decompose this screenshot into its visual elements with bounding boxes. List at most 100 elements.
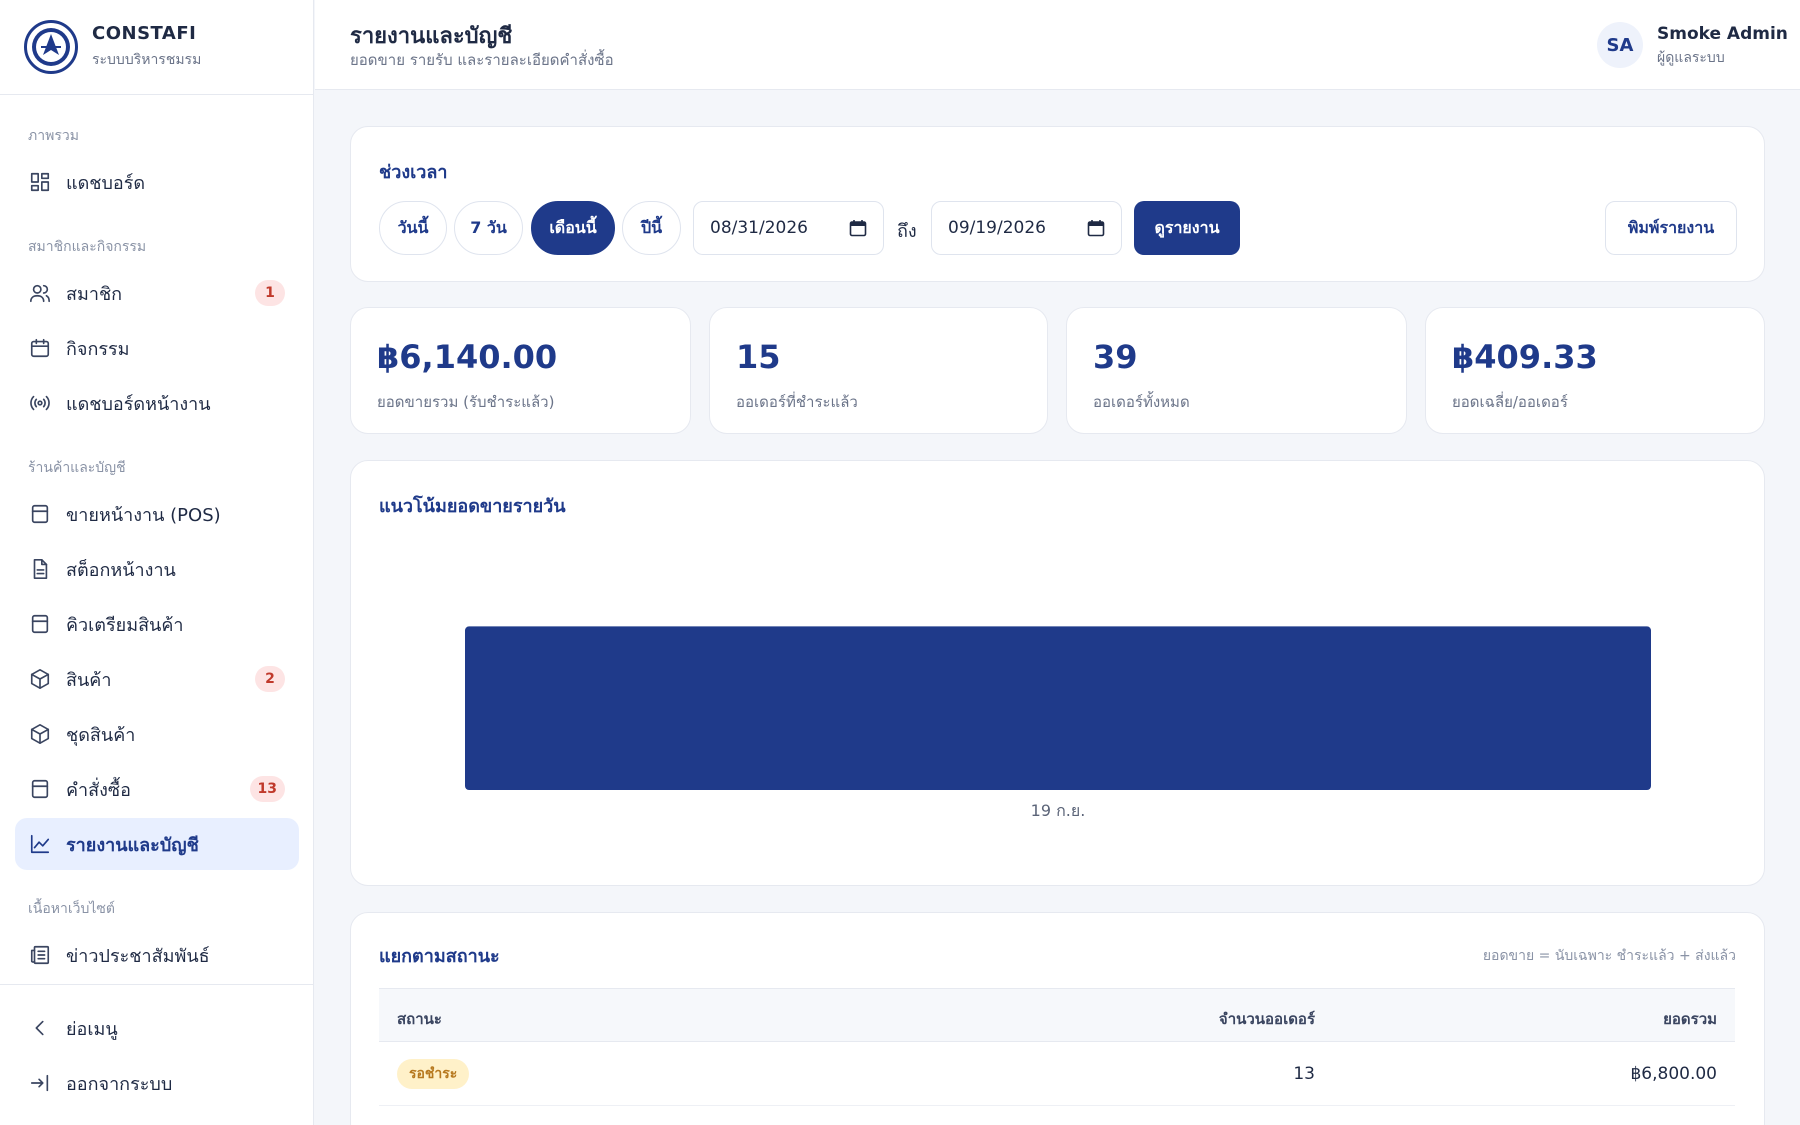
table-row: รอชำระ 13 ฿6,800.00 [379, 1042, 1735, 1106]
products-count-badge: 2 [255, 666, 285, 692]
broadcast-icon [28, 391, 52, 415]
page-subtitle: ยอดขาย รายรับ และรายละเอียดคำสั่งซื้อ [350, 51, 614, 69]
sidebar-item-label: สต็อกหน้างาน [66, 559, 176, 581]
header-total: ยอดรวม [1663, 1010, 1717, 1028]
users-icon [28, 281, 52, 305]
calendar-icon[interactable] [849, 219, 867, 237]
daily-sales-chart-card: แนวโน้มยอดขายรายวัน 19 ก.ย. [350, 460, 1765, 886]
view-report-button[interactable]: ดูรายงาน [1134, 201, 1240, 255]
calendar-icon[interactable] [1087, 219, 1105, 237]
date-from-value: 08/31/2026 [710, 218, 808, 238]
preset-this-year-button[interactable]: ปีนี้ [622, 201, 681, 255]
orders-count-badge: 13 [249, 776, 285, 802]
sidebar-item-pos[interactable]: ขายหน้างาน (POS) [15, 488, 299, 540]
sidebar-item-label: สมาชิก [66, 283, 123, 305]
date-to-input[interactable]: 09/19/2026 [931, 201, 1122, 255]
sidebar-item-members[interactable]: สมาชิก 1 [15, 267, 299, 319]
header-order-count: จำนวนออเดอร์ [1218, 1010, 1315, 1028]
daily-sales-chart: 19 ก.ย. [465, 626, 1651, 820]
sidebar-item-onsite-dashboard[interactable]: แดชบอร์ดหน้างาน [15, 377, 299, 429]
chart-line-icon [28, 832, 52, 856]
top-header: รายงานและบัญชี ยอดขาย รายรับ และรายละเอี… [315, 0, 1800, 90]
user-name: Smoke Admin [1657, 24, 1788, 44]
sidebar-item-label: แดชบอร์ดหน้างาน [66, 393, 211, 415]
sidebar-item-orders[interactable]: คำสั่งซื้อ 13 [15, 763, 299, 815]
status-breakdown-title: แยกตามสถานะ [379, 946, 500, 967]
stat-value: 15 [736, 338, 781, 376]
collapse-menu-label: ย่อเมนู [66, 1018, 118, 1040]
sidebar-item-label: ขายหน้างาน (POS) [66, 504, 221, 526]
sidebar-item-label: กิจกรรม [66, 338, 130, 360]
print-report-button[interactable]: พิมพ์รายงาน [1605, 201, 1737, 255]
sidebar-item-products[interactable]: สินค้า 2 [15, 653, 299, 705]
sidebar-item-product-bundles[interactable]: ชุดสินค้า [15, 708, 299, 760]
total-cell: ฿6,800.00 [1630, 1064, 1717, 1084]
chart-bar[interactable] [465, 626, 1651, 790]
stat-card-paid-orders: 15 ออเดอร์ที่ชำระแล้ว [709, 307, 1048, 434]
nav-section-website: เนื้อหาเว็บไซต์ [28, 901, 116, 917]
sidebar-item-label: ข่าวประชาสัมพันธ์ [66, 945, 210, 967]
package-icon [28, 667, 52, 691]
stat-label: ออเดอร์ทั้งหมด [1093, 393, 1190, 411]
chevron-left-icon [28, 1016, 52, 1040]
stat-value: 39 [1093, 338, 1138, 376]
preset-this-month-button[interactable]: เดือนนี้ [531, 201, 615, 255]
date-range-to-label: ถึง [897, 221, 917, 242]
nav-section-shop: ร้านค้าและบัญชี [28, 460, 126, 476]
club-logo-icon [24, 20, 78, 74]
brand-subtitle: ระบบบริหารชมรม [92, 52, 202, 68]
sidebar-item-label: ชุดสินค้า [66, 724, 136, 746]
box-icon [28, 777, 52, 801]
status-table: สถานะ จำนวนออเดอร์ ยอดรวม รอชำระ 13 ฿6,8… [379, 988, 1735, 1106]
status-table-header: สถานะ จำนวนออเดอร์ ยอดรวม [379, 988, 1735, 1042]
dashboard-icon [28, 170, 52, 194]
members-count-badge: 1 [255, 280, 285, 306]
status-badge: รอชำระ [397, 1059, 470, 1089]
sidebar-item-news[interactable]: ข่าวประชาสัมพันธ์ [15, 929, 299, 981]
sidebar-item-label: คิวเตรียมสินค้า [66, 614, 184, 636]
chart-x-tick-label: 19 ก.ย. [1031, 801, 1086, 820]
stat-card-average-order: ฿409.33 ยอดเฉลี่ย/ออเดอร์ [1425, 307, 1765, 434]
sidebar-item-events[interactable]: กิจกรรม [15, 322, 299, 374]
package-icon [28, 722, 52, 746]
newspaper-icon [28, 943, 52, 967]
stat-card-all-orders: 39 ออเดอร์ทั้งหมด [1066, 307, 1407, 434]
sidebar: CONSTAFI ระบบบริหารชมรม ภาพรวม แดชบอร์ด … [0, 0, 314, 1125]
sidebar-item-label: แดชบอร์ด [66, 172, 146, 194]
box-icon [28, 612, 52, 636]
box-icon [28, 502, 52, 526]
preset-today-button[interactable]: วันนี้ [379, 201, 447, 255]
sidebar-item-reports[interactable]: รายงานและบัญชี [15, 818, 299, 870]
period-filter-card: ช่วงเวลา วันนี้ 7 วัน เดือนนี้ ปีนี้ 08/… [350, 126, 1765, 282]
sidebar-item-label: สินค้า [66, 669, 112, 691]
sidebar-item-onsite-stock[interactable]: สต็อกหน้างาน [15, 543, 299, 595]
sidebar-item-label: รายงานและบัญชี [66, 834, 199, 856]
order-count-cell: 13 [1293, 1064, 1315, 1084]
logout-button[interactable]: ออกจากระบบ [15, 1057, 299, 1109]
date-to-value: 09/19/2026 [948, 218, 1046, 238]
date-from-input[interactable]: 08/31/2026 [693, 201, 884, 255]
stat-label: ออเดอร์ที่ชำระแล้ว [736, 393, 858, 411]
user-role: ผู้ดูแลระบบ [1657, 50, 1725, 66]
brand[interactable]: CONSTAFI ระบบบริหารชมรม [0, 0, 313, 95]
calendar-icon [28, 336, 52, 360]
sidebar-item-dashboard[interactable]: แดชบอร์ด [15, 156, 299, 208]
stat-value: ฿6,140.00 [377, 338, 558, 376]
avatar[interactable]: SA [1597, 22, 1643, 68]
stat-label: ยอดเฉลี่ย/ออเดอร์ [1452, 393, 1568, 411]
stat-card-total-sales: ฿6,140.00 ยอดขายรวม (รับชำระแล้ว) [350, 307, 691, 434]
nav-section-overview: ภาพรวม [28, 128, 79, 144]
sidebar-footer: ย่อเมนู ออกจากระบบ [0, 984, 314, 1125]
collapse-menu-button[interactable]: ย่อเมนู [15, 1002, 299, 1054]
sidebar-item-prep-queue[interactable]: คิวเตรียมสินค้า [15, 598, 299, 650]
logout-icon [28, 1071, 52, 1095]
status-breakdown-card: แยกตามสถานะ ยอดขาย = นับเฉพาะ ชำระแล้ว +… [350, 912, 1765, 1125]
preset-7days-button[interactable]: 7 วัน [454, 201, 523, 255]
brand-name: CONSTAFI [92, 23, 197, 44]
sidebar-item-label: คำสั่งซื้อ [66, 779, 131, 801]
nav-section-members: สมาชิกและกิจกรรม [28, 239, 147, 255]
status-breakdown-note: ยอดขาย = นับเฉพาะ ชำระแล้ว + ส่งแล้ว [1482, 948, 1736, 964]
header-status: สถานะ [397, 1010, 442, 1028]
period-title: ช่วงเวลา [379, 162, 448, 183]
stat-label: ยอดขายรวม (รับชำระแล้ว) [377, 393, 555, 411]
